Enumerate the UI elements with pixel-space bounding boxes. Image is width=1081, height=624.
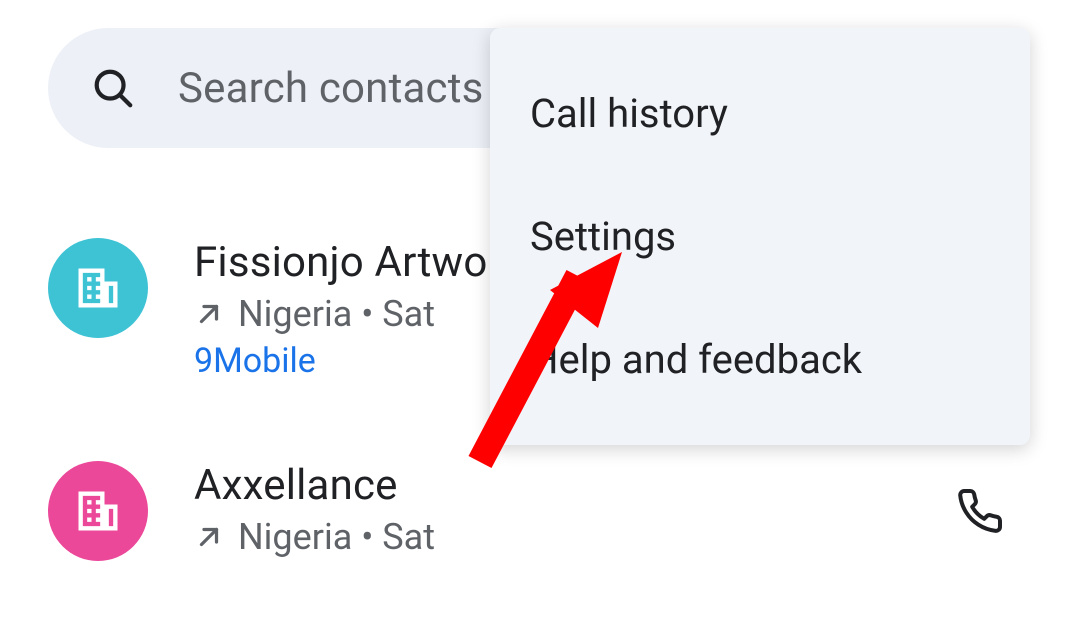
search-icon (90, 65, 136, 111)
building-icon (72, 485, 124, 537)
menu-item-call-history[interactable]: Call history (490, 52, 1030, 175)
call-meta: Nigeria • Sat (194, 516, 956, 558)
call-meta-text: Nigeria • Sat (238, 293, 435, 335)
call-meta-text: Nigeria • Sat (238, 516, 435, 558)
contact-name: Axxellance (194, 461, 956, 510)
outgoing-call-icon (194, 299, 224, 329)
building-icon (72, 262, 124, 314)
overflow-menu: Call history Settings Help and feedback (490, 28, 1030, 445)
outgoing-call-icon (194, 522, 224, 552)
call-button[interactable] (956, 487, 1004, 539)
menu-item-settings[interactable]: Settings (490, 175, 1030, 298)
avatar (48, 238, 148, 338)
call-item[interactable]: Axxellance Nigeria • Sat (48, 443, 1028, 582)
avatar (48, 461, 148, 561)
menu-item-help-feedback[interactable]: Help and feedback (490, 298, 1030, 421)
call-info: Axxellance Nigeria • Sat (194, 461, 956, 564)
phone-icon (956, 487, 1004, 535)
